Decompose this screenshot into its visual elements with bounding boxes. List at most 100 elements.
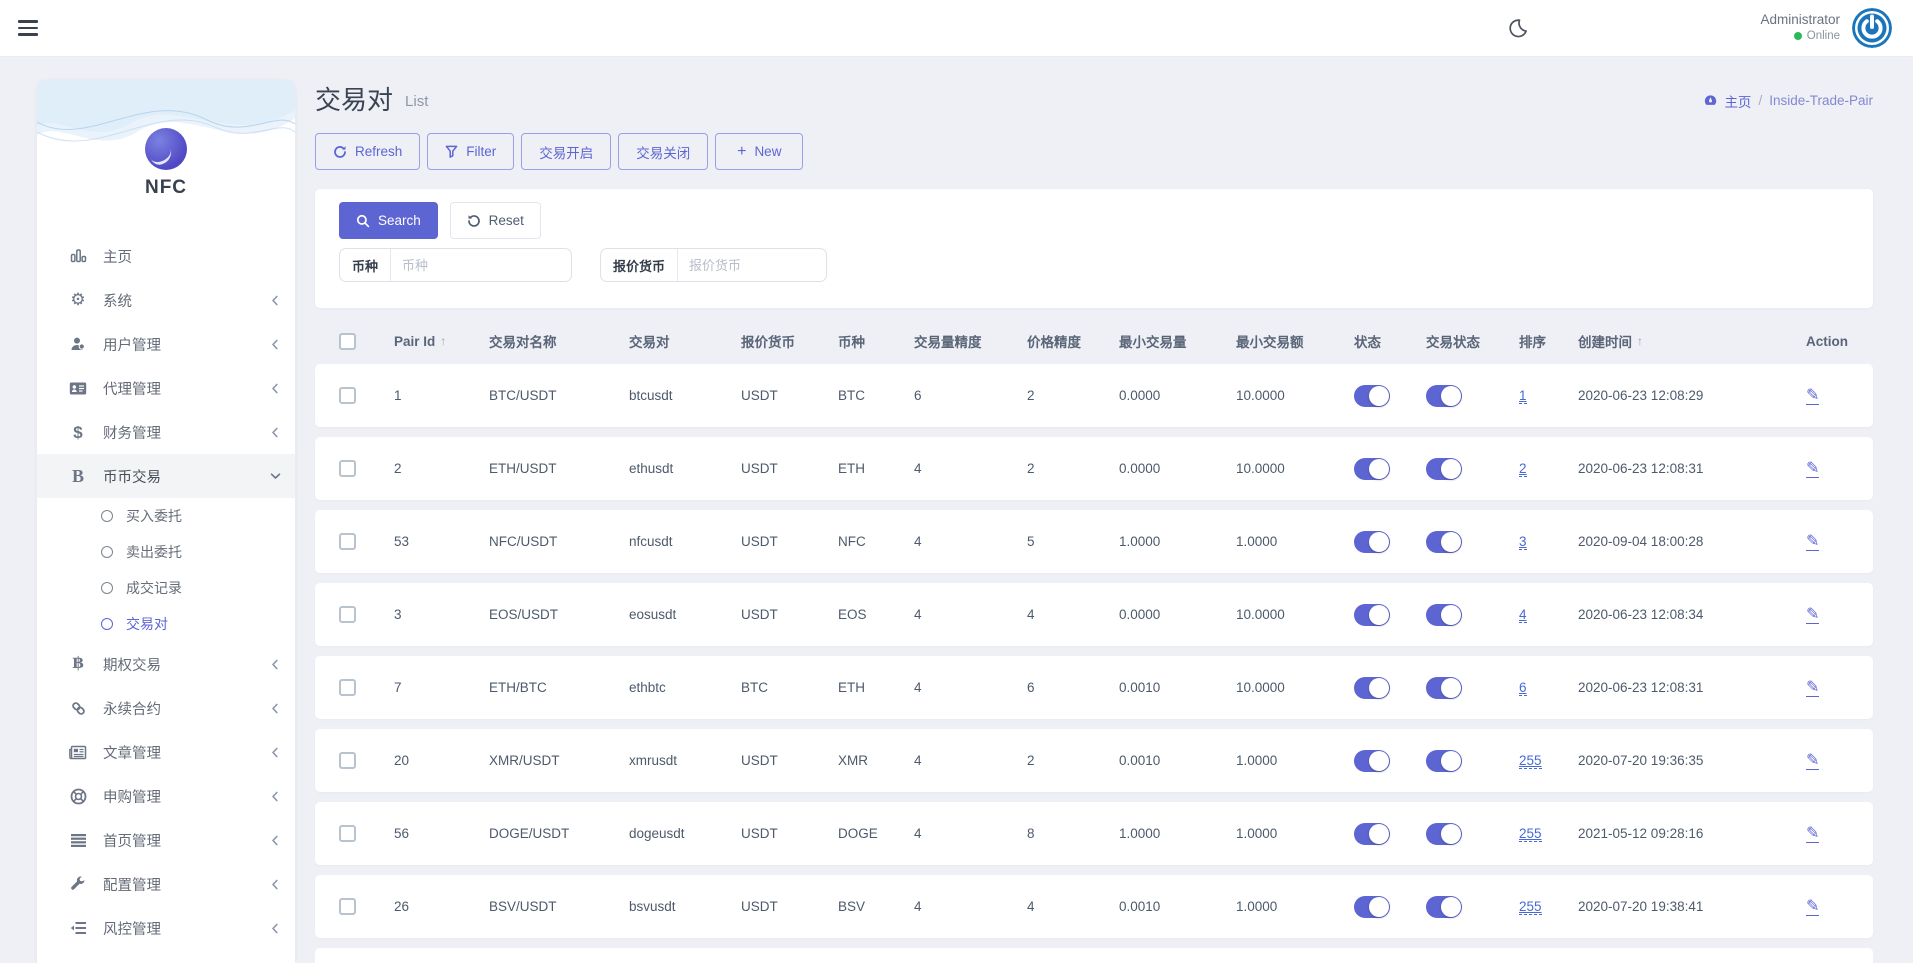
sidebar-item-4[interactable]: $ 财务管理	[37, 410, 295, 454]
sidebar-item-3[interactable]: 代理管理	[37, 366, 295, 410]
cell-price-precision: 2	[1027, 753, 1035, 769]
edit-pencil-icon[interactable]: ✎	[1806, 898, 1820, 917]
cell-volume-precision: 4	[914, 461, 922, 477]
sidebar-subitem-5-0[interactable]: 买入委托	[37, 498, 295, 534]
cell-created-at: 2020-07-20 19:38:41	[1578, 899, 1704, 915]
cell-name: EOS/USDT	[489, 607, 559, 623]
trade-open-button[interactable]: 交易开启	[521, 133, 612, 170]
trade-close-button[interactable]: 交易关闭	[618, 133, 709, 170]
table-row-1: 2 ETH/USDT ethusdt USDT ETH 4 2 0.0000 10.0000 2 2…	[315, 437, 1873, 501]
column-header-9: 状态	[1354, 335, 1381, 351]
sort-value-link[interactable]: 6	[1519, 679, 1527, 696]
new-button[interactable]: + New	[715, 133, 804, 170]
cell-coin: ETH	[838, 461, 865, 477]
edit-pencil-icon[interactable]: ✎	[1806, 533, 1820, 552]
chevron-left-icon	[272, 659, 278, 669]
row-checkbox[interactable]	[339, 533, 356, 551]
sidebar-toggle-icon[interactable]	[18, 20, 38, 36]
sidebar-item-7[interactable]: 永续合约	[37, 686, 295, 730]
cell-name: DOGE/USDT	[489, 826, 570, 842]
sort-value-link[interactable]: 255	[1519, 898, 1542, 915]
sidebar-item-6[interactable]: ฿ 期权交易	[37, 642, 295, 686]
edit-pencil-icon[interactable]: ✎	[1806, 825, 1820, 844]
row-checkbox[interactable]	[339, 460, 356, 478]
trade-status-toggle	[1426, 530, 1519, 553]
sidebar-item-2[interactable]: 用户管理	[37, 322, 295, 366]
column-header-0[interactable]: Pair Id ↑	[394, 334, 489, 349]
status-toggle	[1354, 749, 1426, 772]
cell-pair-id: 3	[394, 607, 402, 623]
cell-pair-id: 7	[394, 680, 402, 696]
edit-pencil-icon[interactable]: ✎	[1806, 679, 1820, 698]
sidebar-subitem-5-1[interactable]: 卖出委托	[37, 534, 295, 570]
cell-name: ETH/USDT	[489, 461, 557, 477]
coin-filter-input[interactable]	[391, 249, 532, 281]
refresh-button[interactable]: Refresh	[315, 133, 421, 170]
row-checkbox[interactable]	[339, 387, 356, 405]
row-checkbox[interactable]	[339, 752, 356, 770]
sidebar-item-0[interactable]: 主页	[37, 234, 295, 278]
cell-created-at: 2020-09-04 18:00:28	[1578, 534, 1704, 550]
column-header-3: 报价货币	[741, 335, 795, 351]
sidebar-item-label: 申购管理	[103, 789, 161, 806]
chevron-down-icon	[270, 473, 280, 479]
indent-list-icon	[67, 921, 89, 935]
avatar[interactable]	[1852, 8, 1892, 48]
table-body: 1 BTC/USDT btcusdt USDT BTC 6 2 0.0000 10.0000 1 2…	[315, 354, 1873, 939]
row-checkbox[interactable]	[339, 679, 356, 697]
search-button[interactable]: Search	[339, 202, 438, 239]
trade-status-toggle	[1426, 457, 1519, 480]
user-block[interactable]: Administrator Online	[1760, 12, 1840, 43]
sidebar-item-12[interactable]: 风控管理	[37, 906, 295, 950]
sort-value-link[interactable]: 3	[1519, 533, 1527, 550]
sidebar-item-label: 主页	[103, 249, 132, 266]
cell-coin: BTC	[838, 388, 865, 404]
select-all-checkbox[interactable]	[339, 332, 356, 350]
sidebar-item-label: 配置管理	[103, 877, 161, 894]
list-lines-icon	[67, 833, 89, 847]
edit-pencil-icon[interactable]: ✎	[1806, 460, 1820, 479]
sidebar-item-8[interactable]: 文章管理	[37, 730, 295, 774]
row-checkbox[interactable]	[339, 898, 356, 916]
dark-mode-toggle[interactable]	[1499, 10, 1535, 46]
tachometer-icon	[1705, 95, 1717, 105]
coin-filter-label: 币种	[340, 249, 392, 281]
brand-name: NFC	[144, 177, 188, 198]
edit-pencil-icon[interactable]: ✎	[1806, 387, 1820, 406]
quote-filter-input[interactable]	[678, 249, 809, 281]
edit-pencil-icon[interactable]: ✎	[1806, 752, 1820, 771]
cell-volume-precision: 4	[914, 899, 922, 915]
cell-min-amount: 10.0000	[1236, 607, 1285, 623]
row-checkbox[interactable]	[339, 825, 356, 843]
sidebar-item-11[interactable]: 配置管理	[37, 862, 295, 906]
row-checkbox[interactable]	[339, 606, 356, 624]
sidebar-item-5[interactable]: B 币币交易	[37, 454, 295, 498]
sort-value-link[interactable]: 255	[1519, 752, 1542, 769]
sidebar-item-9[interactable]: 申购管理	[37, 774, 295, 818]
id-card-icon	[67, 381, 89, 396]
sidebar-subitem-5-2[interactable]: 成交记录	[37, 570, 295, 606]
sort-value-link[interactable]: 4	[1519, 606, 1527, 623]
sort-value-link[interactable]: 255	[1519, 825, 1542, 842]
edit-pencil-icon[interactable]: ✎	[1806, 606, 1820, 625]
cell-pair-id: 53	[394, 534, 410, 550]
sort-asc-icon: ↑	[1637, 334, 1643, 349]
sidebar-item-10[interactable]: 首页管理	[37, 818, 295, 862]
sort-value-link[interactable]: 2	[1519, 460, 1527, 477]
user-status: Online	[1806, 30, 1840, 43]
cell-pair: xmrusdt	[629, 753, 678, 769]
reset-button[interactable]: Reset	[449, 202, 541, 239]
chevron-left-icon	[272, 879, 278, 889]
cell-min-amount: 1.0000	[1236, 826, 1278, 842]
sort-value-link[interactable]: 1	[1519, 387, 1527, 404]
column-header-12[interactable]: 创建时间 ↑	[1578, 331, 1806, 351]
breadcrumb-home-link[interactable]: 主页	[1703, 91, 1751, 111]
cell-min-amount: 1.0000	[1236, 899, 1278, 915]
cell-created-at: 2020-06-23 12:08:34	[1578, 607, 1704, 623]
cell-min-amount: 1.0000	[1236, 534, 1278, 550]
cell-pair-id: 20	[394, 753, 410, 769]
filter-button[interactable]: Filter	[427, 133, 515, 170]
sidebar-subitem-5-3[interactable]: 交易对	[37, 606, 295, 642]
sidebar-item-1[interactable]: ⚙ 系统	[37, 278, 295, 322]
sidebar-item-13[interactable]: 矿机管理	[37, 950, 295, 963]
